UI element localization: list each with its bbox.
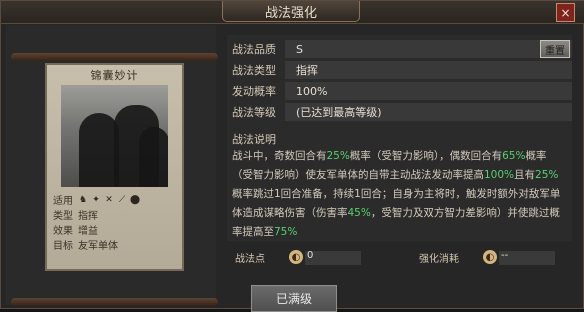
tactic-info-panel: 战法品质 S 重置 战法类型 指挥 发动概率 100% 战法等级 (已达到最高等…: [227, 35, 572, 241]
rate-bar: [285, 82, 572, 100]
description-title: 战法说明: [232, 133, 276, 146]
attr-value: 指挥: [78, 211, 98, 222]
quality-row: 战法品质 S 重置: [227, 39, 572, 59]
coin-icon: ◐: [483, 250, 497, 264]
tactic-art: [61, 85, 168, 187]
desc-part: 且有: [514, 169, 536, 181]
dialog: 战法强化 × 锦囊妙计 适用 ♞ ✦ ✕ ⟋ ⬤ 类型 指挥 效果 增益 目标 …: [0, 0, 584, 312]
attr-value: 友军单体: [78, 241, 118, 252]
tactic-card: 锦囊妙计 适用 ♞ ✦ ✕ ⟋ ⬤ 类型 指挥 效果 增益 目标 友军单体: [45, 63, 184, 271]
reset-button[interactable]: 重置: [540, 40, 570, 58]
rate-value: 100%: [296, 84, 328, 98]
footer-bar: 战法点 ◐ 0 强化消耗 ◐ --: [227, 248, 572, 268]
points-value: 0: [307, 250, 314, 261]
title-bar: 战法强化 ×: [1, 1, 584, 24]
description-text: 战斗中，奇数回合有25%概率（受智力影响），偶数回合有65%概率（受智力影响）使…: [232, 147, 565, 242]
art-figure: [79, 113, 119, 187]
dialog-title: 战法强化: [222, 1, 360, 22]
scroll-roller-top: [11, 53, 218, 61]
desc-part: 概率（受智力影响），偶数回合有: [349, 150, 503, 162]
quality-bar: [285, 40, 572, 58]
attr-label: 目标: [53, 241, 73, 252]
attr-row: 目标 友军单体: [53, 238, 118, 252]
desc-number: 100%: [484, 169, 515, 181]
points-field: [305, 251, 361, 265]
close-button[interactable]: ×: [556, 3, 575, 22]
desc-number: 25%: [326, 150, 350, 162]
level-label: 战法等级: [232, 106, 276, 119]
desc-number: 75%: [274, 226, 298, 238]
card-attributes: 适用 ♞ ✦ ✕ ⟋ ⬤ 类型 指挥 效果 增益 目标 友军单体: [47, 190, 182, 269]
quality-value: S: [296, 42, 303, 56]
card-title: 锦囊妙计: [90, 69, 139, 82]
level-row: 战法等级 (已达到最高等级): [227, 102, 572, 122]
close-icon: ×: [560, 5, 571, 20]
desc-number: 65%: [502, 150, 526, 162]
desc-number: 45%: [347, 207, 371, 219]
horse-icon: ♞: [78, 194, 88, 205]
attr-label: 类型: [53, 211, 73, 222]
attr-row: 类型 指挥: [53, 208, 98, 222]
attr-row: 适用 ♞ ✦ ✕ ⟋ ⬤: [53, 193, 143, 208]
art-figure: [139, 127, 168, 187]
type-value: 指挥: [296, 64, 318, 77]
max-level-button[interactable]: 已满级: [251, 285, 337, 312]
attr-label: 适用: [53, 196, 73, 207]
attr-row: 效果 增益: [53, 223, 98, 237]
rate-row: 发动概率 100%: [227, 81, 572, 101]
cost-label: 强化消耗: [419, 254, 459, 265]
type-label: 战法类型: [232, 64, 276, 77]
type-bar: [285, 61, 572, 79]
coin-icon: ◐: [289, 250, 303, 264]
spear-icon: ⟋: [118, 194, 126, 205]
desc-number: 25%: [535, 169, 559, 181]
rate-label: 发动概率: [232, 85, 276, 98]
sword-icon: ✦: [92, 194, 100, 205]
points-label: 战法点: [235, 254, 265, 265]
attr-label: 效果: [53, 226, 73, 237]
shield-icon: ⬤: [130, 194, 141, 205]
type-row: 战法类型 指挥: [227, 60, 572, 80]
card-area: 锦囊妙计 适用 ♞ ✦ ✕ ⟋ ⬤ 类型 指挥 效果 增益 目标 友军单体: [6, 25, 218, 306]
bow-icon: ✕: [105, 194, 113, 205]
scroll-roller-bottom: [11, 298, 218, 306]
cost-value: --: [501, 250, 509, 261]
attr-value: 增益: [78, 226, 98, 237]
level-value: (已达到最高等级): [296, 106, 382, 119]
desc-part: 战斗中，奇数回合有: [232, 150, 327, 162]
quality-label: 战法品质: [232, 43, 276, 56]
